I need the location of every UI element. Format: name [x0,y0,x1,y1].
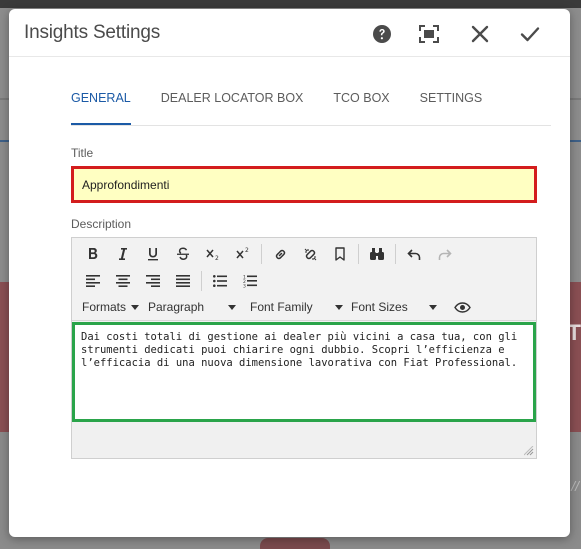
italic-icon [119,248,127,260]
tab-settings[interactable]: SETTINGS [420,91,483,125]
bold-icon [89,248,98,259]
preview-button[interactable] [447,295,477,319]
eye-icon [453,301,471,313]
bold-button[interactable] [78,242,108,266]
rich-text-editor: 2 2 1 2 3 Formats Paragraph Font Family … [71,237,537,459]
description-editor-content[interactable]: Dai costi totali di gestione ai dealer p… [72,322,536,422]
chevron-down-icon [429,304,437,310]
font-family-dropdown[interactable]: Font Family [246,295,347,319]
tab-list: GENERAL DEALER LOCATOR BOX TCO BOX SETTI… [71,91,512,125]
help-button[interactable] [369,21,395,47]
anchor-button[interactable] [325,242,355,266]
align-center-icon [116,275,130,287]
fullscreen-icon [419,25,439,43]
underline-button[interactable] [138,242,168,266]
numbered-list-button[interactable]: 123 [235,269,265,293]
find-replace-button[interactable] [362,242,392,266]
toolbar-separator [395,244,396,264]
check-icon [520,27,540,42]
question-circle-icon [373,25,391,43]
unlink-icon [304,248,316,260]
numbered-list-icon: 123 [243,275,257,289]
superscript-button[interactable]: 2 [228,242,258,266]
formats-dropdown[interactable]: Formats [78,295,144,319]
redo-icon [438,249,452,260]
background-chip [260,538,330,549]
tab-dealer-locator-box[interactable]: DEALER LOCATOR BOX [161,91,304,125]
align-right-icon [146,275,160,287]
strikethrough-button[interactable] [168,242,198,266]
link-icon [275,249,285,259]
chevron-down-icon [228,304,236,310]
tab-general[interactable]: GENERAL [71,91,131,125]
formats-dropdown-label: Formats [82,300,127,314]
remove-link-button[interactable] [295,242,325,266]
paragraph-dropdown[interactable]: Paragraph [144,295,240,319]
insights-settings-dialog: Insights Settings GENERAL DEALER LOCATOR… [9,9,570,537]
svg-text:2: 2 [215,255,219,261]
chevron-down-icon [131,304,140,310]
toolbar-separator [261,244,262,264]
resize-handle[interactable] [524,446,534,456]
title-label: Title [71,146,94,160]
undo-button[interactable] [399,242,429,266]
resize-grip-icon [524,446,534,456]
align-justify-icon [176,275,190,287]
background-top-bar [0,0,581,8]
toolbar-separator [201,271,202,291]
dialog-header: Insights Settings [9,9,570,57]
align-right-button[interactable] [138,269,168,293]
bullet-list-icon [213,275,227,287]
background-partial-text: // [571,478,579,494]
description-label: Description [71,217,132,231]
editor-toolbar: 2 2 1 2 3 Formats Paragraph Font Family … [72,238,536,321]
binoculars-icon [370,248,384,260]
align-center-button[interactable] [108,269,138,293]
subscript-icon: 2 [206,249,219,261]
editor-status-bar [72,422,536,458]
tabs-divider [71,125,551,126]
underline-icon [148,248,158,261]
align-left-button[interactable] [78,269,108,293]
redo-button[interactable] [429,242,459,266]
title-input[interactable] [71,166,537,203]
undo-icon [406,249,420,260]
toolbar-separator [358,244,359,264]
fullscreen-button[interactable] [416,21,442,47]
paragraph-dropdown-label: Paragraph [148,300,205,314]
strikethrough-icon [177,247,189,260]
chevron-down-icon [335,304,343,310]
align-justify-button[interactable] [168,269,198,293]
svg-text:2: 2 [245,247,249,254]
done-button[interactable] [517,21,543,47]
close-icon [471,25,489,43]
svg-text:3: 3 [243,284,246,289]
subscript-button[interactable]: 2 [198,242,228,266]
align-left-icon [86,275,100,287]
font-sizes-dropdown-label: Font Sizes [351,300,408,314]
insert-link-button[interactable] [265,242,295,266]
italic-button[interactable] [108,242,138,266]
superscript-icon: 2 [236,247,249,259]
bullet-list-button[interactable] [205,269,235,293]
font-family-dropdown-label: Font Family [250,300,313,314]
bookmark-icon [335,246,345,261]
close-button[interactable] [467,21,493,47]
dialog-title: Insights Settings [24,22,161,43]
font-sizes-dropdown[interactable]: Font Sizes [347,295,441,319]
tab-tco-box[interactable]: TCO BOX [333,91,389,125]
